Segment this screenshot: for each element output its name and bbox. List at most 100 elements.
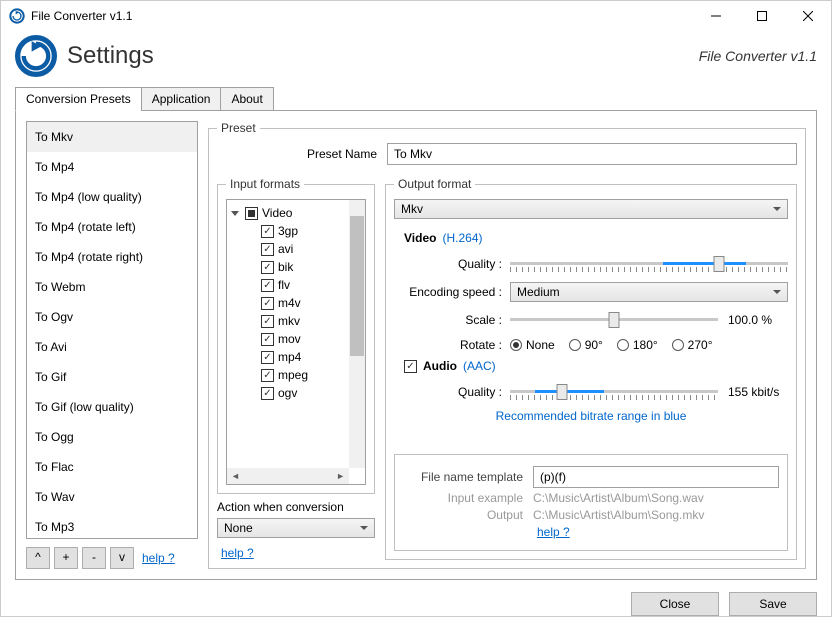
output-example-label: Output xyxy=(403,508,523,522)
audio-quality-slider[interactable] xyxy=(510,380,718,404)
header: Settings File Converter v1.1 xyxy=(1,31,831,87)
encoding-speed-dropdown[interactable]: Medium xyxy=(510,282,788,302)
save-button[interactable]: Save xyxy=(729,592,817,616)
checkbox[interactable] xyxy=(261,279,274,292)
close-button[interactable] xyxy=(785,1,831,31)
tree-item[interactable]: mov xyxy=(231,330,345,348)
rotate-option-180[interactable]: 180° xyxy=(617,338,658,352)
checkbox[interactable] xyxy=(261,225,274,238)
scale-slider[interactable] xyxy=(510,308,718,332)
audio-quality-label: Quality : xyxy=(404,385,502,399)
input-formats-legend: Input formats xyxy=(226,177,304,191)
preset-item[interactable]: To Mp4 (rotate left) xyxy=(27,212,197,242)
close-dialog-button[interactable]: Close xyxy=(631,592,719,616)
add-preset-button[interactable]: + xyxy=(54,547,78,569)
preset-legend: Preset xyxy=(217,121,260,135)
audio-codec-label: (AAC) xyxy=(463,359,496,373)
bitrate-recommendation: Recommended bitrate range in blue xyxy=(394,409,788,423)
tab-about[interactable]: About xyxy=(220,87,273,111)
maximize-button[interactable] xyxy=(739,1,785,31)
filename-template-box: File name template Input example C:\Musi… xyxy=(394,454,788,551)
video-codec-label: (H.264) xyxy=(442,231,482,245)
output-format-dropdown[interactable]: Mkv xyxy=(394,199,788,219)
move-up-button[interactable]: ^ xyxy=(26,547,50,569)
video-quality-label: Quality : xyxy=(404,257,502,271)
minimize-button[interactable] xyxy=(693,1,739,31)
checkbox[interactable] xyxy=(261,369,274,382)
preset-item[interactable]: To Ogv xyxy=(27,302,197,332)
tab-panel: To Mkv To Mp4 To Mp4 (low quality) To Mp… xyxy=(15,110,817,580)
tree-item[interactable]: m4v xyxy=(231,294,345,312)
preset-item[interactable]: To Ogg xyxy=(27,422,197,452)
rotate-radio-group: None 90° 180° 270° xyxy=(510,338,713,352)
titlebar: File Converter v1.1 xyxy=(1,1,831,31)
audio-quality-value: 155 kbit/s xyxy=(728,385,788,399)
fnt-help-link[interactable]: help ? xyxy=(537,525,570,539)
encoding-speed-label: Encoding speed : xyxy=(404,285,502,299)
footer: Close Save xyxy=(1,580,831,628)
app-icon xyxy=(9,8,25,24)
preset-item[interactable]: To Wav xyxy=(27,482,197,512)
tab-conversion-presets[interactable]: Conversion Presets xyxy=(15,87,142,111)
tree-item[interactable]: mp4 xyxy=(231,348,345,366)
scrollbar-vertical[interactable] xyxy=(349,200,365,468)
tree-item[interactable]: ogv xyxy=(231,384,345,402)
preset-item[interactable]: To Mp4 xyxy=(27,152,197,182)
expand-icon[interactable] xyxy=(231,211,239,216)
preset-item[interactable]: To Mp4 (low quality) xyxy=(27,182,197,212)
preset-help-link[interactable]: help ? xyxy=(142,551,175,565)
checkbox[interactable] xyxy=(261,315,274,328)
preset-list[interactable]: To Mkv To Mp4 To Mp4 (low quality) To Mp… xyxy=(26,121,198,539)
preset-item[interactable]: To Mp3 xyxy=(27,512,197,539)
checkbox[interactable] xyxy=(261,297,274,310)
output-format-legend: Output format xyxy=(394,177,475,191)
window-title: File Converter v1.1 xyxy=(31,9,693,23)
preset-item[interactable]: To Flac xyxy=(27,452,197,482)
checkbox[interactable] xyxy=(261,333,274,346)
audio-enable-checkbox[interactable] xyxy=(404,360,417,373)
preset-sidebar: To Mkv To Mp4 To Mp4 (low quality) To Mp… xyxy=(26,121,198,569)
input-help-link[interactable]: help ? xyxy=(221,546,375,560)
brand-label: File Converter v1.1 xyxy=(699,48,817,64)
checkbox[interactable] xyxy=(261,387,274,400)
preset-name-label: Preset Name xyxy=(217,147,377,161)
checkbox[interactable] xyxy=(245,207,258,220)
checkbox[interactable] xyxy=(261,261,274,274)
video-quality-slider[interactable] xyxy=(510,252,788,276)
input-formats-tree[interactable]: Video 3gp avi bik flv m4v mkv mov mp4 mp… xyxy=(226,199,366,485)
tree-root[interactable]: Video xyxy=(231,204,345,222)
scrollbar-horizontal[interactable]: ◄► xyxy=(227,468,349,484)
app-logo-icon xyxy=(15,35,57,77)
rotate-option-90[interactable]: 90° xyxy=(569,338,603,352)
action-dropdown[interactable]: None xyxy=(217,518,375,538)
tree-item[interactable]: bik xyxy=(231,258,345,276)
action-label: Action when conversion xyxy=(217,500,375,514)
preset-item[interactable]: To Mkv xyxy=(27,122,197,152)
rotate-option-none[interactable]: None xyxy=(510,338,555,352)
fnt-input[interactable] xyxy=(533,466,779,488)
tree-item[interactable]: avi xyxy=(231,240,345,258)
audio-section-header: Audio (AAC) xyxy=(404,359,788,373)
tree-item[interactable]: 3gp xyxy=(231,222,345,240)
tree-item[interactable]: mpeg xyxy=(231,366,345,384)
preset-item[interactable]: To Webm xyxy=(27,272,197,302)
scale-value: 100.0 % xyxy=(728,313,788,327)
preset-item[interactable]: To Gif xyxy=(27,362,197,392)
preset-name-input[interactable] xyxy=(387,143,797,165)
input-example-value: C:\Music\Artist\Album\Song.wav xyxy=(533,491,704,505)
input-example-label: Input example xyxy=(403,491,523,505)
checkbox[interactable] xyxy=(261,351,274,364)
tree-item[interactable]: mkv xyxy=(231,312,345,330)
tree-item[interactable]: flv xyxy=(231,276,345,294)
remove-preset-button[interactable]: - xyxy=(82,547,106,569)
tab-application[interactable]: Application xyxy=(141,87,222,111)
move-down-button[interactable]: v xyxy=(110,547,134,569)
preset-item[interactable]: To Avi xyxy=(27,332,197,362)
checkbox[interactable] xyxy=(261,243,274,256)
fnt-label: File name template xyxy=(403,470,523,484)
preset-item[interactable]: To Mp4 (rotate right) xyxy=(27,242,197,272)
tab-bar: Conversion Presets Application About xyxy=(1,87,831,111)
preset-item[interactable]: To Gif (low quality) xyxy=(27,392,197,422)
rotate-option-270[interactable]: 270° xyxy=(672,338,713,352)
page-title: Settings xyxy=(67,42,699,70)
